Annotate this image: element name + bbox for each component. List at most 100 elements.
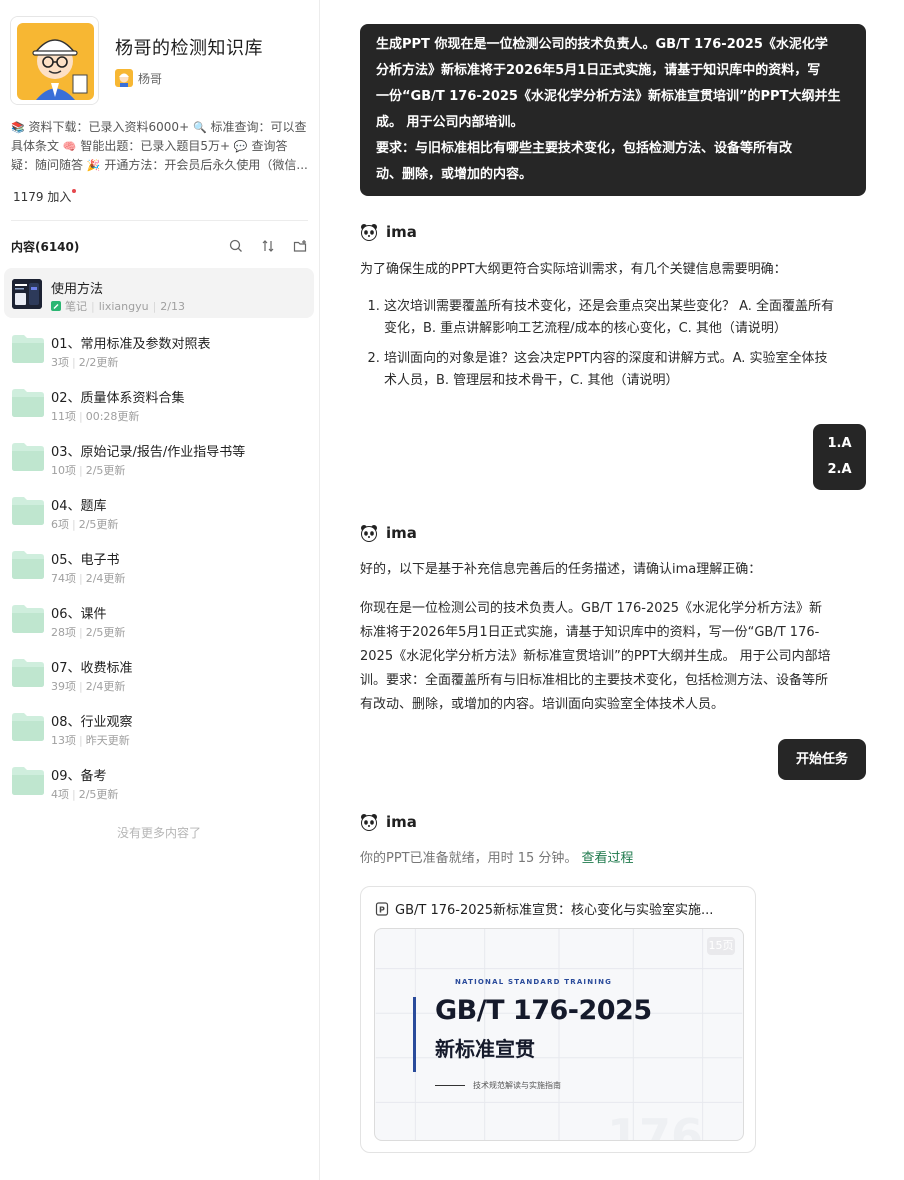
separator: | [152,299,157,313]
content-count-label: 内容(6140) [11,239,80,254]
list-item: 这次培训需要覆盖所有技术变化，还是会重点突出某些变化？ A. 全面覆盖所有变化，… [384,296,866,340]
search-icon[interactable] [228,238,244,254]
question-list: 这次培训需要覆盖所有技术变化，还是会重点突出某些变化？ A. 全面覆盖所有变化，… [360,296,866,400]
folder-updated: 00:28更新 [85,410,140,423]
assistant-name: ima [386,524,417,542]
folder-icon [11,712,45,742]
folder-updated: 2/5更新 [78,518,119,531]
ready-text: 你的PPT已准备就绪，用时 15 分钟。 [360,851,578,866]
folder-icon [11,658,45,688]
content-list: 使用方法 笔记 | lixiangyu | 2/13 01、常用标准及参数对照表… [4,268,314,808]
assistant-header: ima [360,812,417,832]
folder-icon [11,388,45,418]
folder-icon [11,334,45,364]
ppt-card-title: P GB/T 176-2025新标准宣贯：核心变化与实验室实施... [375,899,735,918]
separator: | [79,626,83,639]
note-icon [51,301,61,311]
user-message-line: 分析方法》新标准将于2026年5月1日正式实施，请基于知识库中的资料，写 [376,63,821,78]
folder-item[interactable]: 03、原始记录/报告/作业指导书等 10项 | 2/5更新 [4,430,314,484]
folder-meta: 10项 | 2/5更新 [51,462,125,478]
start-task-button[interactable]: 开始任务 [778,739,866,780]
folder-count: 10项 [51,464,76,477]
folder-title: 08、行业观察 [51,715,133,730]
panda-icon [360,223,378,241]
folder-item[interactable]: 08、行业观察 13项 | 昨天更新 [4,700,314,754]
separator: | [72,356,76,369]
folder-meta: 39项 | 2/4更新 [51,678,125,694]
svg-text:P: P [379,905,385,914]
ppt-card-title-text: GB/T 176-2025新标准宣贯：核心变化与实验室实施... [395,903,714,918]
list-item-line: 培训面向的对象是谁？这会决定PPT内容的深度和讲解方式。A. 实验室全体技 [384,351,828,366]
content-toolbar: 内容(6140) [11,236,308,256]
desc-seg1: 资料下载：已录入资料6000+ [28,120,190,134]
folder-updated: 2/5更新 [85,626,126,639]
folder-item[interactable]: 02、质量体系资料合集 11项 | 00:28更新 [4,376,314,430]
list-item-note[interactable]: 使用方法 笔记 | lixiangyu | 2/13 [4,268,314,318]
list-item-line: 变化，B. 重点讲解影响工艺流程/成本的核心变化，C. 其他（请说明） [384,321,787,336]
add-folder-icon[interactable] [292,238,308,254]
kb-title: 杨哥的检测知识库 [115,38,263,59]
user-message: 1.A 2.A [813,424,866,490]
desc-seg5: 开通方法：开会员后永久使用（微信... [104,158,308,172]
books-icon: 📚 [11,121,25,134]
owner-avatar [115,69,133,87]
user-message-line: 成。 用于公司内部培训。 [376,115,524,130]
separator: | [91,299,95,313]
note-title: 使用方法 [51,282,104,297]
folder-title: 05、电子书 [51,553,120,568]
user-message-line: 动、删除，或增加的内容。 [376,167,533,182]
separator: | [79,734,83,747]
folder-icon [11,442,45,472]
user-message-line: 2.A [827,462,852,477]
note-thumbnail [12,279,42,309]
sort-icon[interactable] [260,238,276,254]
kb-owner[interactable]: 杨哥 [115,68,162,88]
slide-preview[interactable]: 176 15页 NATIONAL STANDARD TRAINING GB/T … [374,928,744,1141]
folder-item[interactable]: 09、备考 4项 | 2/5更新 [4,754,314,808]
user-message: 生成PPT 你现在是一位检测公司的技术负责人。GB/T 176-2025《水泥化… [360,24,866,196]
divider [11,220,308,221]
slide-tagline: 技术规范解读与实施指南 [473,1081,561,1090]
folder-item[interactable]: 04、题库 6项 | 2/5更新 [4,484,314,538]
folder-icon [11,604,45,634]
folder-icon [11,496,45,526]
task-line: 标准将于2026年5月1日正式实施，请基于知识库中的资料，写一份“GB/T 17… [360,625,820,640]
notification-dot [72,189,77,193]
folder-icon [11,766,45,796]
folder-icon [11,550,45,580]
assistant-message: 为了确保生成的PPT大纲更符合实际培训需求，有几个关键信息需要明确： [360,262,787,277]
member-count-label: 1179 加入 [13,190,72,204]
folder-item[interactable]: 06、课件 28项 | 2/5更新 [4,592,314,646]
assistant-header: ima [360,222,417,242]
folder-title: 04、题库 [51,499,107,514]
ppt-card[interactable]: P GB/T 176-2025新标准宣贯：核心变化与实验室实施... 176 1… [360,886,756,1153]
member-count[interactable]: 1179 加入 [13,188,77,205]
page-count-badge: 15页 [707,937,735,955]
speech-bubble-icon: 💬 [233,140,248,153]
kb-avatar[interactable] [10,16,99,105]
folder-item[interactable]: 05、电子书 74项 | 2/4更新 [4,538,314,592]
folder-count: 28项 [51,626,76,639]
panda-icon [360,813,378,831]
user-message-line: 一份“GB/T 176-2025《水泥化学分析方法》新标准宣贯培训”的PPT大纲… [376,89,841,104]
folder-updated: 2/5更新 [78,788,119,801]
separator: | [79,464,83,477]
party-popper-icon: 🎉 [86,159,101,172]
separator: | [79,572,83,585]
slide-kicker: NATIONAL STANDARD TRAINING [455,978,613,986]
folder-count: 74项 [51,572,76,585]
assistant-message: 好的，以下是基于补充信息完善后的任务描述，请确认ima理解正确： [360,562,762,577]
folder-count: 4项 [51,788,69,801]
folder-title: 07、收费标准 [51,661,133,676]
folder-title: 09、备考 [51,769,107,784]
folder-item[interactable]: 01、常用标准及参数对照表 3项 | 2/2更新 [4,322,314,376]
view-process-link[interactable]: 查看过程 [581,851,633,866]
task-line: 你现在是一位检测公司的技术负责人。GB/T 176-2025《水泥化学分析方法》… [360,601,823,616]
slide-rule [435,1085,465,1086]
folder-count: 3项 [51,356,69,369]
folder-item[interactable]: 07、收费标准 39项 | 2/4更新 [4,646,314,700]
folder-count: 11项 [51,410,76,423]
note-date: 2/13 [160,299,185,313]
separator: | [72,518,76,531]
folder-title: 03、原始记录/报告/作业指导书等 [51,445,246,460]
